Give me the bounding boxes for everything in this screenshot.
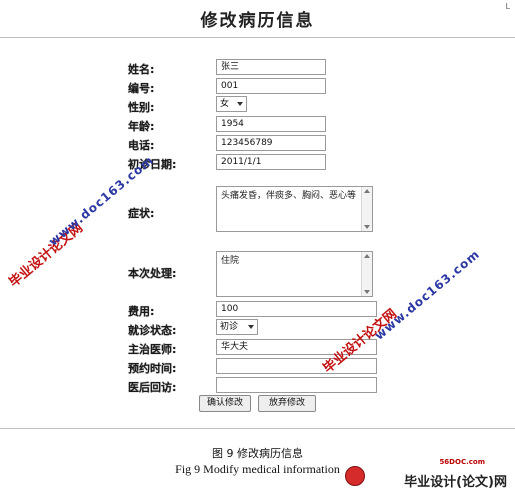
figure-caption-cn: 图 9 修改病历信息 [212, 447, 303, 460]
bottom-divider [0, 428, 515, 429]
symptoms-textarea[interactable]: 头痛发昏，伴痰多、胸闷、恶心等 [216, 186, 373, 232]
logo-site: 56DOC.com [439, 458, 485, 466]
gender-select[interactable]: 女 [216, 96, 247, 112]
treatment-scrollbar[interactable] [361, 252, 372, 296]
scroll-up-icon[interactable] [364, 189, 370, 193]
fee-field[interactable]: 100 [216, 301, 377, 317]
visit-status-select-value: 初诊 [220, 322, 239, 332]
top-divider [0, 37, 515, 38]
watermark-url-right: www.doc163.com [372, 246, 483, 343]
symptoms-scrollbar[interactable] [361, 187, 372, 231]
first-visit-date-field[interactable]: 2011/1/1 [216, 154, 326, 170]
visit-status-label: 就诊状态: [128, 324, 177, 337]
followup-field[interactable] [216, 377, 377, 393]
age-field[interactable]: 1954 [216, 116, 326, 132]
page-title: 修改病历信息 [200, 11, 315, 31]
number-label: 编号: [128, 82, 155, 95]
fee-label: 费用: [128, 305, 155, 318]
symptoms-text: 头痛发昏，伴痰多、胸闷、恶心等 [221, 191, 357, 201]
followup-label: 医后回访: [128, 381, 177, 394]
attending-doctor-label: 主治医师: [128, 343, 177, 356]
name-label: 姓名: [128, 63, 155, 76]
discard-button[interactable]: 放弃修改 [258, 395, 316, 412]
scroll-down-icon[interactable] [364, 225, 370, 229]
age-label: 年龄: [128, 120, 155, 133]
name-field[interactable]: 张三 [216, 59, 326, 75]
symptoms-label: 症状: [128, 207, 155, 220]
phone-label: 电话: [128, 139, 155, 152]
appointment-time-field[interactable] [216, 358, 377, 374]
watermark-url-left: www.doc163.com [46, 152, 157, 249]
treatment-text: 住院 [221, 256, 240, 266]
visit-status-select[interactable]: 初诊 [216, 319, 258, 335]
logo-text: 毕业设计(论文)网 [404, 475, 507, 490]
confirm-button[interactable]: 确认修改 [199, 395, 251, 412]
number-field[interactable]: 001 [216, 78, 326, 94]
gender-label: 性别: [128, 101, 155, 114]
corner-mark: L [505, 2, 510, 11]
appointment-time-label: 预约时间: [128, 362, 177, 375]
scroll-down-icon[interactable] [364, 290, 370, 294]
treatment-label: 本次处理: [128, 267, 177, 280]
chevron-down-icon [248, 325, 254, 329]
chevron-down-icon [237, 102, 243, 106]
gender-select-value: 女 [220, 99, 230, 109]
logo-icon [345, 466, 365, 486]
scroll-up-icon[interactable] [364, 254, 370, 258]
phone-field[interactable]: 123456789 [216, 135, 326, 151]
treatment-textarea[interactable]: 住院 [216, 251, 373, 297]
